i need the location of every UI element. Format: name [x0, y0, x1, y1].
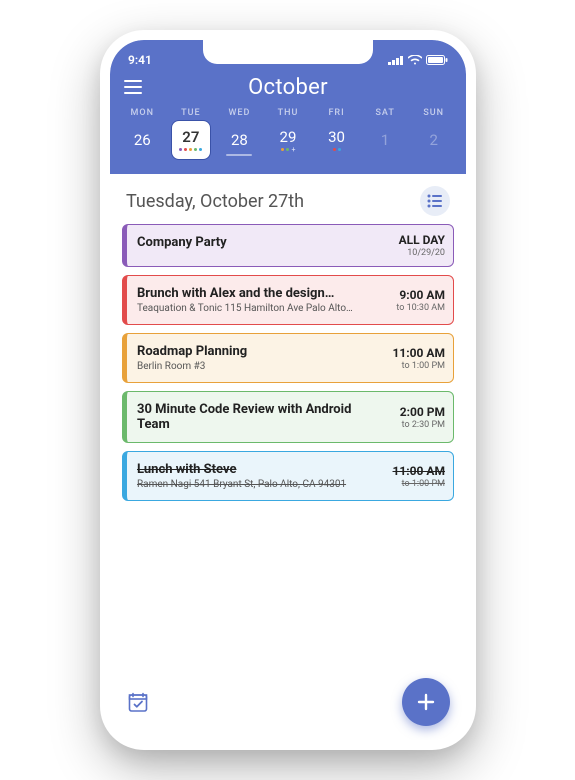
event-time-primary: ALL DAY [387, 233, 445, 247]
event-time-primary: 2:00 PM [387, 405, 445, 419]
event-title: Company Party [137, 235, 369, 250]
event-title: 30 Minute Code Review with Android Team [137, 402, 369, 432]
day-cell[interactable]: 1 [365, 120, 405, 160]
day-heading: Tuesday, October 27th [126, 191, 304, 212]
day-cell[interactable]: 29 + [268, 120, 308, 160]
weekday-label: TUE [167, 108, 216, 118]
event-title: Roadmap Planning [137, 344, 369, 359]
event-subtitle: Teaquation & Tonic 115 Hamilton Ave Palo… [137, 303, 369, 314]
day-number: 26 [134, 131, 151, 149]
day-cell[interactable]: 2 [414, 120, 454, 160]
weekday-label: SUN [409, 108, 458, 118]
week-row: 26 27 28 29 + [110, 118, 466, 164]
weekday-labels: MON TUE WED THU FRI SAT SUN [110, 102, 466, 118]
battery-icon [426, 55, 448, 65]
weekday-label: FRI [312, 108, 361, 118]
status-indicators [388, 55, 448, 65]
calendar-check-icon[interactable] [126, 690, 150, 714]
day-number: 1 [381, 131, 389, 149]
cellular-icon [388, 55, 404, 65]
list-icon [427, 194, 443, 208]
event-time-primary: 11:00 AM [387, 346, 445, 360]
week-handle[interactable] [226, 154, 252, 156]
weekday-label: MON [118, 108, 167, 118]
event-dots [333, 148, 341, 152]
event-time-secondary: 10/29/20 [387, 248, 445, 258]
screen: 9:41 October MON TUE WED THU F [110, 40, 466, 740]
event-time-primary: 9:00 AM [387, 288, 445, 302]
notch [203, 40, 373, 64]
event-dots: + [281, 148, 294, 152]
add-event-button[interactable] [402, 678, 450, 726]
weekday-label: SAT [361, 108, 410, 118]
event-time-secondary: to 10:30 AM [387, 303, 445, 313]
day-number: 2 [429, 131, 437, 149]
plus-icon [415, 691, 437, 713]
event-title: Brunch with Alex and the design… [137, 286, 369, 301]
day-cell[interactable]: 28 [219, 120, 259, 160]
event-subtitle: Berlin Room #3 [137, 361, 369, 372]
day-cell-selected[interactable]: 27 [171, 120, 211, 160]
event-card[interactable]: Brunch with Alex and the design… Teaquati… [122, 275, 454, 325]
weekday-label: WED [215, 108, 264, 118]
event-title: Lunch with Steve [137, 462, 369, 477]
day-number: 30 [328, 128, 345, 146]
wifi-icon [408, 55, 422, 65]
day-cell[interactable]: 26 [122, 120, 162, 160]
weekday-label: THU [264, 108, 313, 118]
day-cell[interactable]: 30 [317, 120, 357, 160]
event-time-primary: 11:00 AM [387, 464, 445, 478]
phone-frame: 9:41 October MON TUE WED THU F [100, 30, 476, 750]
event-time-secondary: to 1:00 PM [387, 479, 445, 489]
event-card[interactable]: 30 Minute Code Review with Android Team 2… [122, 391, 454, 443]
day-number: 27 [182, 128, 199, 146]
view-toggle-button[interactable] [420, 186, 450, 216]
day-number: 29 [280, 128, 297, 146]
events-list: Company Party ALL DAY10/29/20 Brunch with … [110, 224, 466, 501]
month-title: October [110, 75, 466, 100]
event-time-secondary: to 1:00 PM [387, 361, 445, 371]
event-dots [179, 148, 202, 152]
status-time: 9:41 [128, 53, 152, 67]
event-card[interactable]: Lunch with Steve Ramen Nagi 541 Bryant St… [122, 451, 454, 501]
event-card[interactable]: Roadmap Planning Berlin Room #3 11:00 AMto… [122, 333, 454, 383]
event-card[interactable]: Company Party ALL DAY10/29/20 [122, 224, 454, 267]
event-time-secondary: to 2:30 PM [387, 420, 445, 430]
event-subtitle: Ramen Nagi 541 Bryant St, Palo Alto, CA … [137, 479, 369, 490]
day-number: 28 [231, 131, 248, 149]
day-body: Tuesday, October 27th Company Party ALL D… [110, 174, 466, 740]
hamburger-menu-icon[interactable] [124, 76, 146, 98]
